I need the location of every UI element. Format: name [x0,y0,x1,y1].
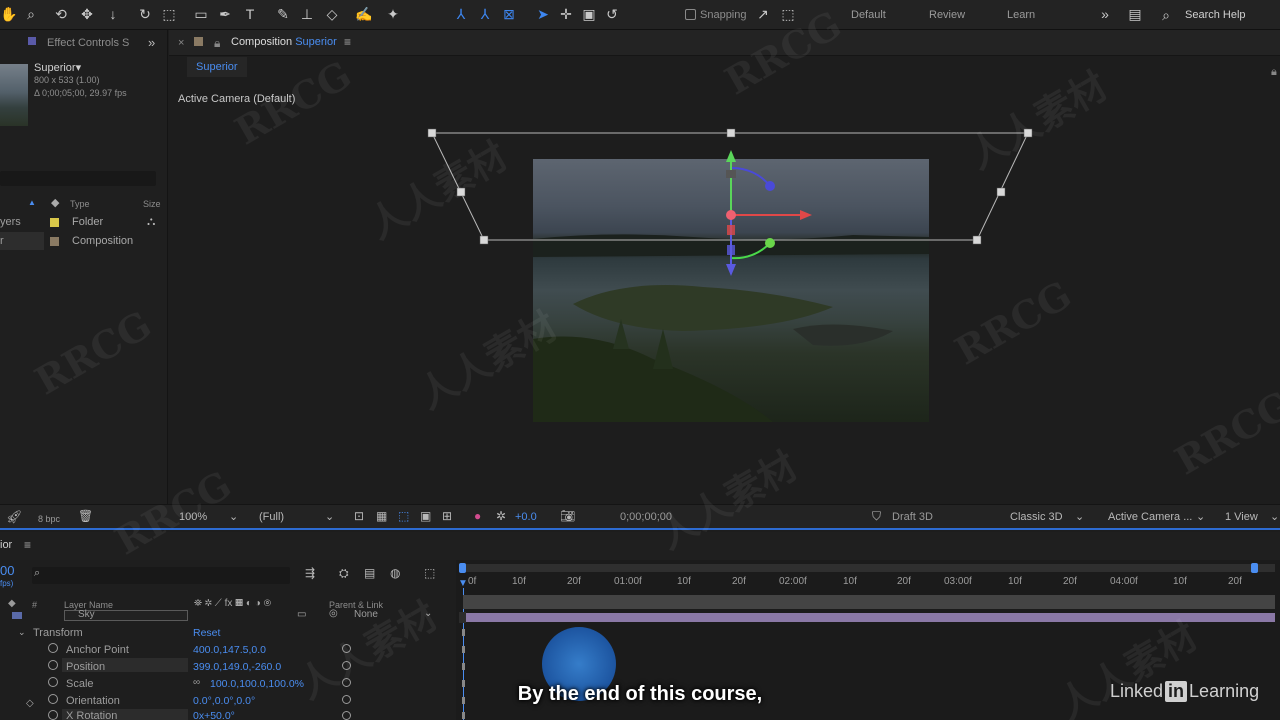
current-time-display[interactable]: 0;00;00;00 [620,511,672,523]
work-area-bar[interactable] [463,595,1275,609]
time-navigator-bar[interactable] [463,564,1275,572]
camera-view-select[interactable]: Active Camera ... [1108,511,1192,523]
stopwatch-icon[interactable] [48,660,58,670]
timeline-search-input[interactable] [32,567,290,584]
expression-pickwhip-icon[interactable] [342,711,351,720]
mask-path-icon[interactable]: ⬚ [398,509,409,523]
brand-box: in [1165,681,1188,702]
keyframe-marker[interactable] [462,629,465,636]
view-layout-select[interactable]: 1 View [1225,511,1258,523]
grid-options-icon[interactable]: ⊞ [442,509,452,523]
ruler-tick-label: 10f [1008,576,1022,587]
keyframe-marker[interactable] [462,712,465,719]
label-tag-icon: ◆ [8,598,16,609]
x-rotation-label: X Rotation [66,710,118,720]
position-value[interactable]: 399.0,149.0,-260.0 [193,661,281,673]
transform-gizmo[interactable] [726,150,812,276]
search-icon: ⌕ [34,567,41,579]
transform-group-label[interactable]: Transform [33,627,83,639]
chevron-down-icon[interactable]: ⌄ [1075,510,1084,523]
zoom-select[interactable]: 100% [179,511,207,523]
layer-name[interactable]: Sky [78,609,95,620]
chevron-down-icon[interactable]: ⌄ [325,510,334,523]
bounding-handle[interactable] [456,187,466,197]
chevron-down-icon[interactable]: ⌄ [1270,510,1279,523]
channel-rgb-icon[interactable]: ● [474,509,481,523]
parent-select[interactable]: None [354,609,378,620]
draft-3d-toggle[interactable]: Draft 3D [892,511,933,523]
ruler-tick-label: 02:00f [779,576,807,587]
graph-editor-icon[interactable]: ⬚ [424,566,435,580]
stopwatch-icon[interactable] [48,643,58,653]
rocket-icon[interactable]: 🚀︎ [6,509,23,525]
chevron-down-icon[interactable]: ⌄ [424,608,432,619]
bounding-handle[interactable] [996,187,1006,197]
bit-depth-label[interactable]: 8 bpc [38,514,60,524]
parent-pickwhip-icon[interactable]: ◎ [329,608,338,619]
renderer-select[interactable]: Classic 3D [1010,511,1063,523]
brand-prefix: Linked [1110,681,1164,701]
ruler-tick-label: 20f [897,576,911,587]
layer-3d-icon[interactable]: ▭ [297,609,306,620]
ruler-tick-label: 01:00f [614,576,642,587]
ruler-tick-label: 10f [512,576,526,587]
layer-in-point[interactable] [459,612,466,623]
bounding-handle[interactable] [726,128,736,138]
current-time-field[interactable]: 00 [0,563,14,578]
transparency-grid-icon[interactable]: ▦ [376,509,387,523]
motion-blur-icon[interactable]: ◍ [390,566,400,580]
exposure-reset-icon[interactable]: ✲ [496,509,506,523]
linkedin-learning-logo: Linked in Learning [1110,681,1259,702]
exposure-value[interactable]: +0.0 [515,511,537,523]
anchor-point-label: Anchor Point [66,644,129,656]
layer-3d-overlay [427,128,1033,276]
expression-pickwhip-icon[interactable] [342,644,351,653]
bounding-handle[interactable] [479,235,489,245]
video-subtitle: By the end of this course, [517,683,763,705]
x-rotation-value[interactable]: 0x+50.0° [193,710,235,720]
stopwatch-icon[interactable] [48,710,58,720]
chevron-down-icon[interactable]: ⌄ [1196,510,1205,523]
anchor-point-value[interactable]: 400.0,147.5,0.0 [193,644,266,656]
ruler-tick-label: 10f [677,576,691,587]
timeline-comp-tab[interactable]: ior [0,539,12,551]
transform-reset-link[interactable]: Reset [193,627,220,639]
tab-menu-icon[interactable]: ≡ [24,538,31,552]
bounding-handle[interactable] [972,235,982,245]
keyframe-marker[interactable] [462,663,465,670]
bounding-handle[interactable] [427,128,437,138]
camera-snapshot-icon[interactable]: 📷︎ [560,509,575,523]
resolution-select[interactable]: (Full) [259,511,284,523]
ruler-tick-label: 04:00f [1110,576,1138,587]
bounding-handle[interactable] [1023,128,1033,138]
ruler-tick-label: 20f [1228,576,1242,587]
comp-flowchart-icon[interactable]: ⇶ [305,566,315,580]
layer-switches-icons: ⛯ ✲ ⟋ fx ▦ ◐ ◑ ⊚ [194,598,272,609]
draft-3d-icon[interactable]: ⛉ [872,509,881,524]
navigator-end-handle[interactable] [1251,563,1258,573]
ruler-tick-label: 0f [468,576,477,587]
frame-blending-icon[interactable]: ▤ [364,566,375,580]
snapshot-region-icon[interactable]: ⊡ [354,509,364,523]
layer-duration-bar[interactable] [463,613,1275,622]
brand-suffix: Learning [1189,681,1260,701]
shy-layers-icon[interactable]: ⛭ [339,566,349,581]
ruler-tick-label: 20f [1063,576,1077,587]
trash-icon[interactable]: 🗑︎ [78,509,93,523]
ruler-tick-label: 10f [843,576,857,587]
position-label: Position [66,661,106,673]
keyframe-marker[interactable] [462,646,465,653]
ruler-tick-label: 03:00f [944,576,972,587]
navigator-start-handle[interactable] [459,563,466,573]
ruler-tick-label: 20f [567,576,581,587]
column-number-header: # [32,600,38,610]
layer-color-label[interactable] [12,612,22,619]
safe-margins-icon[interactable]: ▣ [420,509,431,523]
ruler-tick-label: 10f [1173,576,1187,587]
twirl-down-icon[interactable]: ⌄ [18,627,26,638]
expression-pickwhip-icon[interactable] [342,661,351,670]
frame-rate-label: fps) [0,579,14,588]
ruler-tick-label: 20f [732,576,746,587]
chevron-down-icon[interactable]: ⌄ [229,510,238,523]
